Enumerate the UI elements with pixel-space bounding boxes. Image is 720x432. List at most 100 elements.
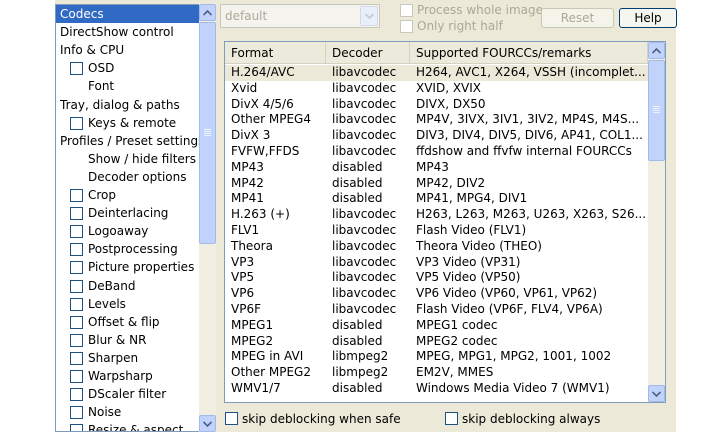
tree-item[interactable]: Resize & aspect xyxy=(56,421,199,431)
codec-row[interactable]: MPEG1 disabled MPEG1 codec xyxy=(225,318,648,334)
tree-scroll-thumb[interactable] xyxy=(199,22,216,244)
codec-list-scroll-thumb[interactable] xyxy=(648,60,665,161)
checkbox-label: skip deblocking when safe xyxy=(242,412,401,426)
codec-list-scrollbar[interactable] xyxy=(648,42,665,402)
codec-row[interactable]: FVFW,FFDS libavcodec ffdshow and ffvfw int… xyxy=(225,144,648,160)
tree-item[interactable]: Codecs xyxy=(56,5,199,23)
codec-row[interactable]: MP43 disabled MP43 xyxy=(225,160,648,176)
tree-item-label: Show / hide filters xyxy=(88,151,196,166)
codec-format-cell: WMV1/7 xyxy=(231,381,281,395)
dropdown-button[interactable] xyxy=(360,6,378,26)
codec-fourcc-cell: Windows Media Video 7 (WMV1) xyxy=(416,381,610,395)
tree-scrollbar[interactable] xyxy=(199,4,216,432)
tree-item-checkbox[interactable] xyxy=(70,406,83,420)
codec-format-cell: MP42 xyxy=(231,175,264,190)
scroll-down-button[interactable] xyxy=(648,385,665,402)
codec-row[interactable]: Other MPEG4 libavcodec MP4V, 3IVX, 3IV1, 3… xyxy=(225,112,648,128)
tree-item-checkbox[interactable] xyxy=(70,351,83,365)
codec-fourcc-cell: MP42, DIV2 xyxy=(416,175,486,190)
checkbox-box[interactable] xyxy=(445,412,458,425)
codec-row[interactable]: MPEG in AVI libmpeg2 MPEG, MPG1, MPG2, 100… xyxy=(225,349,648,365)
tree-item[interactable]: Sharpen xyxy=(56,349,199,367)
codec-decoder-cell: libavcodec xyxy=(332,144,397,158)
tree-item-checkbox[interactable] xyxy=(70,261,83,275)
tree-item[interactable]: Decoder options xyxy=(56,168,199,186)
tree-item-checkbox[interactable] xyxy=(70,370,83,383)
scroll-up-button[interactable] xyxy=(648,42,665,59)
tree-item[interactable]: Profiles / Preset settings xyxy=(56,132,204,150)
codec-row[interactable]: VP6 libavcodec VP6 Video (VP60, VP61, VP62… xyxy=(225,286,648,302)
codec-fourcc-cell: Flash Video (FLV1) xyxy=(416,223,527,237)
tree-item[interactable]: Logoaway xyxy=(56,222,199,240)
codec-decoder-cell: libavcodec xyxy=(332,80,397,95)
tree-item[interactable]: Font xyxy=(56,77,199,95)
checkbox-box[interactable] xyxy=(400,4,413,17)
codec-row[interactable]: VP6F libavcodec Flash Video (VP6F, FLV4, V… xyxy=(225,302,648,318)
tree-item[interactable]: DScaler filter xyxy=(56,385,199,403)
chevron-down-icon xyxy=(364,13,374,19)
tree-item[interactable]: Picture properties xyxy=(56,258,199,276)
codec-fourcc-cell: MPEG, MPG1, MPG2, 1001, 1002 xyxy=(416,349,612,364)
codec-decoder-cell: libmpeg2 xyxy=(332,349,389,364)
tree-item[interactable]: Tray, dialog & paths xyxy=(56,96,199,114)
tree-item-checkbox[interactable] xyxy=(70,424,83,431)
codec-row[interactable]: Theora libavcodec Theora Video (THEO) xyxy=(225,239,648,255)
tree-item-label: Logoaway xyxy=(88,224,149,239)
tree-item-checkbox[interactable] xyxy=(70,333,83,347)
column-header-format[interactable]: Format xyxy=(225,42,326,64)
tree-item-checkbox[interactable] xyxy=(70,225,83,239)
codec-row[interactable]: H.264/AVC libavcodec H264, AVC1, X264, VSS… xyxy=(225,65,648,81)
settings-tree[interactable]: Codecs DirectShow control Info & CPU OSD Fon… xyxy=(55,4,216,432)
scroll-down-arrow-icon xyxy=(203,420,212,427)
codec-row[interactable]: FLV1 libavcodec Flash Video (FLV1) xyxy=(225,223,648,239)
reset-button[interactable]: Reset xyxy=(541,8,614,28)
tree-item[interactable]: Noise xyxy=(56,403,199,421)
scroll-up-button[interactable] xyxy=(199,4,216,21)
tree-item[interactable]: Show / hide filters xyxy=(56,150,199,168)
tree-item[interactable]: Offset & flip xyxy=(56,313,199,331)
codec-row[interactable]: Other MPEG2 libmpeg2 EM2V, MMES xyxy=(225,365,648,381)
tree-item[interactable]: OSD xyxy=(56,59,199,77)
tree-item[interactable]: Blur & NR xyxy=(56,331,199,349)
tree-item[interactable]: Postprocessing xyxy=(56,240,199,258)
codec-row[interactable]: VP3 libavcodec VP3 Video (VP31) xyxy=(225,255,648,271)
tree-item-checkbox[interactable] xyxy=(70,297,83,311)
column-header-fourccs[interactable]: Supported FOURCCs/remarks xyxy=(410,42,648,64)
codec-row[interactable]: WMV1/7 disabled Windows Media Video 7 (WMV… xyxy=(225,381,648,397)
tree-item-checkbox[interactable] xyxy=(70,279,83,293)
tree-item[interactable]: Info & CPU xyxy=(56,41,199,59)
tree-item[interactable]: DirectShow control xyxy=(56,23,199,41)
tree-item-checkbox[interactable] xyxy=(70,388,83,402)
codec-row[interactable]: DivX 4/5/6 libavcodec DIVX, DX50 xyxy=(225,97,648,113)
codec-row[interactable]: MP41 disabled MP41, MPG4, DIV1 xyxy=(225,191,648,207)
tree-item[interactable]: Warpsharp xyxy=(56,367,199,385)
checkbox-box[interactable] xyxy=(225,412,238,425)
codec-row[interactable]: DivX 3 libavcodec DIV3, DIV4, DIV5, DIV6, … xyxy=(225,128,648,144)
tree-item[interactable]: DeBand xyxy=(56,277,199,295)
help-button[interactable]: Help xyxy=(619,8,677,28)
codec-list[interactable]: Format Decoder Supported FOURCCs/remarks… xyxy=(224,41,666,403)
tree-item[interactable]: Deinterlacing xyxy=(56,204,199,222)
codec-row[interactable]: MPEG2 disabled MPEG2 codec xyxy=(225,334,648,350)
codec-format-cell: MPEG in AVI xyxy=(231,349,304,364)
tree-item-checkbox[interactable] xyxy=(70,62,83,76)
tree-item[interactable]: Crop xyxy=(56,186,199,204)
column-header-decoder[interactable]: Decoder xyxy=(326,42,410,64)
tree-item-checkbox[interactable] xyxy=(70,243,83,257)
codec-row[interactable]: MP42 disabled MP42, DIV2 xyxy=(225,176,648,192)
tree-item-checkbox[interactable] xyxy=(70,189,83,202)
codec-row[interactable]: Xvid libavcodec XVID, XVIX xyxy=(225,81,648,97)
preset-dropdown[interactable]: default xyxy=(220,4,380,28)
tree-item-checkbox[interactable] xyxy=(70,315,83,329)
codec-list-header: Format Decoder Supported FOURCCs/remarks xyxy=(225,42,648,64)
tree-item-checkbox[interactable] xyxy=(70,207,83,221)
tree-item[interactable]: Levels xyxy=(56,295,199,313)
tree-item-label: Blur & NR xyxy=(88,332,147,347)
checkbox-box[interactable] xyxy=(400,20,413,33)
tree-item[interactable]: Keys & remote xyxy=(56,114,199,132)
codec-row[interactable]: H.263 (+) libavcodec H263, L263, M263, U26… xyxy=(225,207,648,223)
tree-item-checkbox[interactable] xyxy=(70,116,83,130)
codec-format-cell: MP43 xyxy=(231,159,264,174)
scroll-down-button[interactable] xyxy=(199,415,216,432)
codec-row[interactable]: VP5 libavcodec VP5 Video (VP50) xyxy=(225,270,648,286)
